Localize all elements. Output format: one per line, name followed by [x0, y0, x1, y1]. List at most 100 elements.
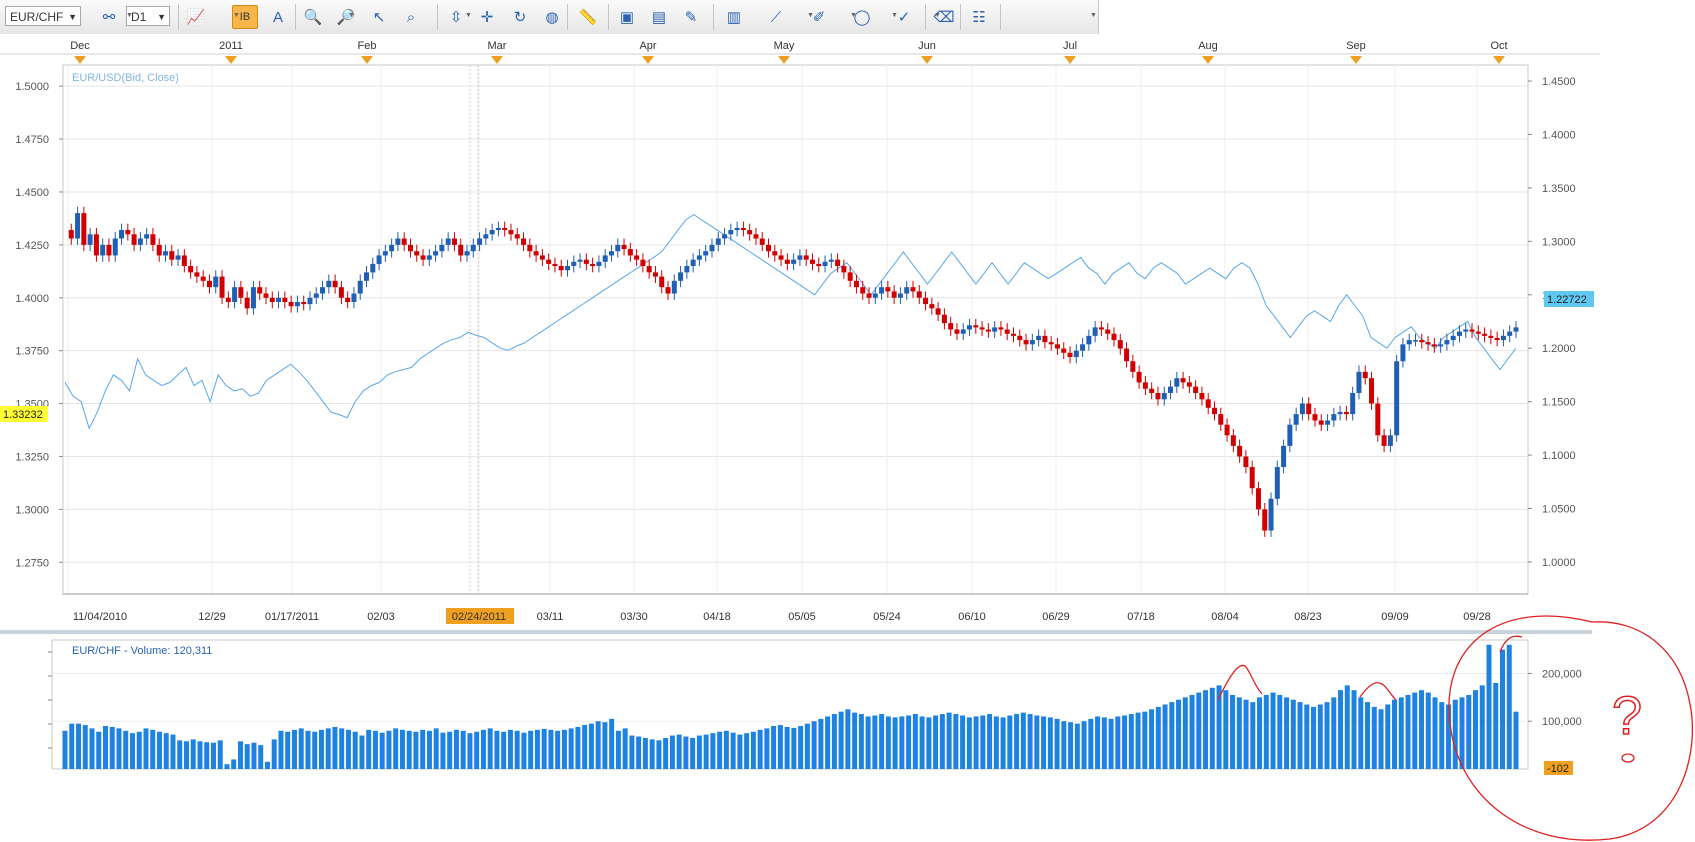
candle-body: [1513, 327, 1519, 332]
candle-body: [1036, 335, 1042, 341]
dropdown-arrow-icon[interactable]: ▼: [233, 12, 240, 19]
volume-bar: [89, 728, 95, 769]
cursor-button[interactable]: ↖: [366, 5, 392, 29]
candle-body: [106, 244, 112, 256]
zoom-in-button[interactable]: 🔍: [300, 5, 326, 29]
volume-bar: [906, 715, 912, 769]
candle-body: [778, 255, 784, 260]
image-icon: ▣: [619, 9, 635, 26]
dropdown-arrow-icon[interactable]: ▼: [465, 12, 472, 19]
candle-body: [1142, 382, 1148, 389]
candle-body: [257, 287, 263, 294]
volume-bar: [521, 732, 527, 769]
volume-bar: [514, 730, 520, 769]
refresh-button[interactable]: ↻: [507, 5, 533, 29]
dropdown-arrow-icon[interactable]: ▼: [126, 12, 133, 19]
chart-type-button[interactable]: 📈: [183, 5, 209, 29]
candle-body: [1268, 498, 1274, 531]
window-button[interactable]: ▤: [646, 5, 672, 29]
symbol-select[interactable]: EUR/CHF ▼: [5, 6, 81, 26]
volume-bar: [1061, 721, 1067, 769]
price-chart[interactable]: Dec 2011 Feb Mar Apr May Jun Jul Aug Sep Oct 1.5000…: [0, 34, 1695, 842]
candle-body: [841, 266, 847, 273]
candle-body: [791, 259, 797, 264]
candle-body: [282, 297, 288, 302]
volume-bar: [480, 729, 486, 769]
volume-bar: [1398, 697, 1404, 769]
date-axis-label: 04/18: [703, 611, 731, 623]
candle-body: [1249, 467, 1255, 489]
volume-bar: [609, 718, 615, 769]
candle-body: [514, 234, 520, 239]
candle-body: [1243, 456, 1249, 468]
volume-bar: [1419, 690, 1425, 769]
volume-bar: [683, 736, 689, 769]
left-axis-label: 1.3000: [15, 504, 49, 516]
panel-button[interactable]: ▥: [721, 5, 747, 29]
volume-bar: [116, 728, 122, 769]
compare-button[interactable]: ⚯: [96, 5, 122, 29]
candle-body: [1456, 331, 1462, 336]
hierarchy-button[interactable]: ☷: [966, 5, 992, 29]
candle-body: [690, 259, 696, 267]
date-axis-label: 03/11: [537, 611, 564, 623]
globe-icon: ◍: [545, 9, 559, 26]
volume-bar: [170, 734, 176, 769]
candle-body: [539, 255, 545, 260]
image-button[interactable]: ▣: [614, 5, 640, 29]
right-axis-label: 1.0500: [1542, 504, 1576, 516]
dropdown-arrow-icon[interactable]: ▼: [934, 12, 941, 19]
left-axis-label: 1.4000: [15, 293, 49, 305]
candle-body: [1281, 445, 1287, 468]
candle-body: [722, 234, 728, 239]
pencil-lines-button[interactable]: ✎: [678, 5, 704, 29]
fan-button[interactable]: ⟋: [763, 5, 789, 29]
dropdown-arrow-icon[interactable]: ▼: [348, 12, 355, 19]
volume-bar: [1196, 692, 1202, 769]
candle-body: [1237, 445, 1243, 457]
volume-bar: [1088, 718, 1094, 769]
candle-body: [715, 238, 721, 245]
volume-bar: [1250, 702, 1256, 769]
candle-body: [75, 213, 81, 239]
candle-body: [1168, 386, 1174, 393]
date-axis-label: 06/29: [1042, 611, 1070, 623]
zoom-area-icon: ⌕: [406, 8, 416, 26]
candle-body: [1293, 414, 1299, 425]
ruler-button[interactable]: 📏: [575, 5, 601, 29]
candle-body: [1017, 335, 1023, 341]
text-box-button[interactable]: A: [265, 5, 291, 29]
month-label: Mar: [488, 40, 507, 52]
candle-body: [357, 280, 363, 294]
volume-bar: [1344, 685, 1350, 769]
candle-body: [1444, 340, 1450, 345]
candle-body: [1362, 371, 1368, 379]
volume-bar: [1074, 723, 1080, 769]
month-marker-icon: [225, 56, 237, 64]
volume-bar: [278, 730, 284, 769]
volume-bar: [784, 726, 790, 769]
candle-body: [464, 251, 470, 256]
candle-body: [112, 238, 118, 256]
globe-button[interactable]: ◍: [539, 5, 565, 29]
dropdown-arrow-icon[interactable]: ▼: [891, 12, 898, 19]
volume-bar: [744, 733, 750, 769]
candle-body: [219, 276, 225, 298]
volume-bar: [926, 717, 932, 769]
volume-bar: [1405, 694, 1411, 769]
crosshair-button[interactable]: ✛: [474, 5, 500, 29]
candle-body: [602, 255, 608, 262]
panel-icon: ▥: [726, 9, 742, 26]
dropdown-arrow-icon[interactable]: ▼: [1090, 12, 1097, 19]
date-axis-label: 06/10: [958, 611, 986, 623]
volume-bar: [1513, 711, 1519, 769]
zoom-area-button[interactable]: ⌕: [398, 5, 424, 29]
candle-body: [646, 266, 652, 273]
candle-body: [747, 230, 753, 235]
volume-bar: [1290, 699, 1296, 769]
dropdown-arrow-icon[interactable]: ▼: [850, 12, 857, 19]
dropdown-arrow-icon[interactable]: ▼: [807, 12, 814, 19]
volume-bar: [291, 729, 297, 769]
volume-bar: [1068, 722, 1074, 769]
zoom-out-button[interactable]: 🔎: [333, 5, 359, 29]
